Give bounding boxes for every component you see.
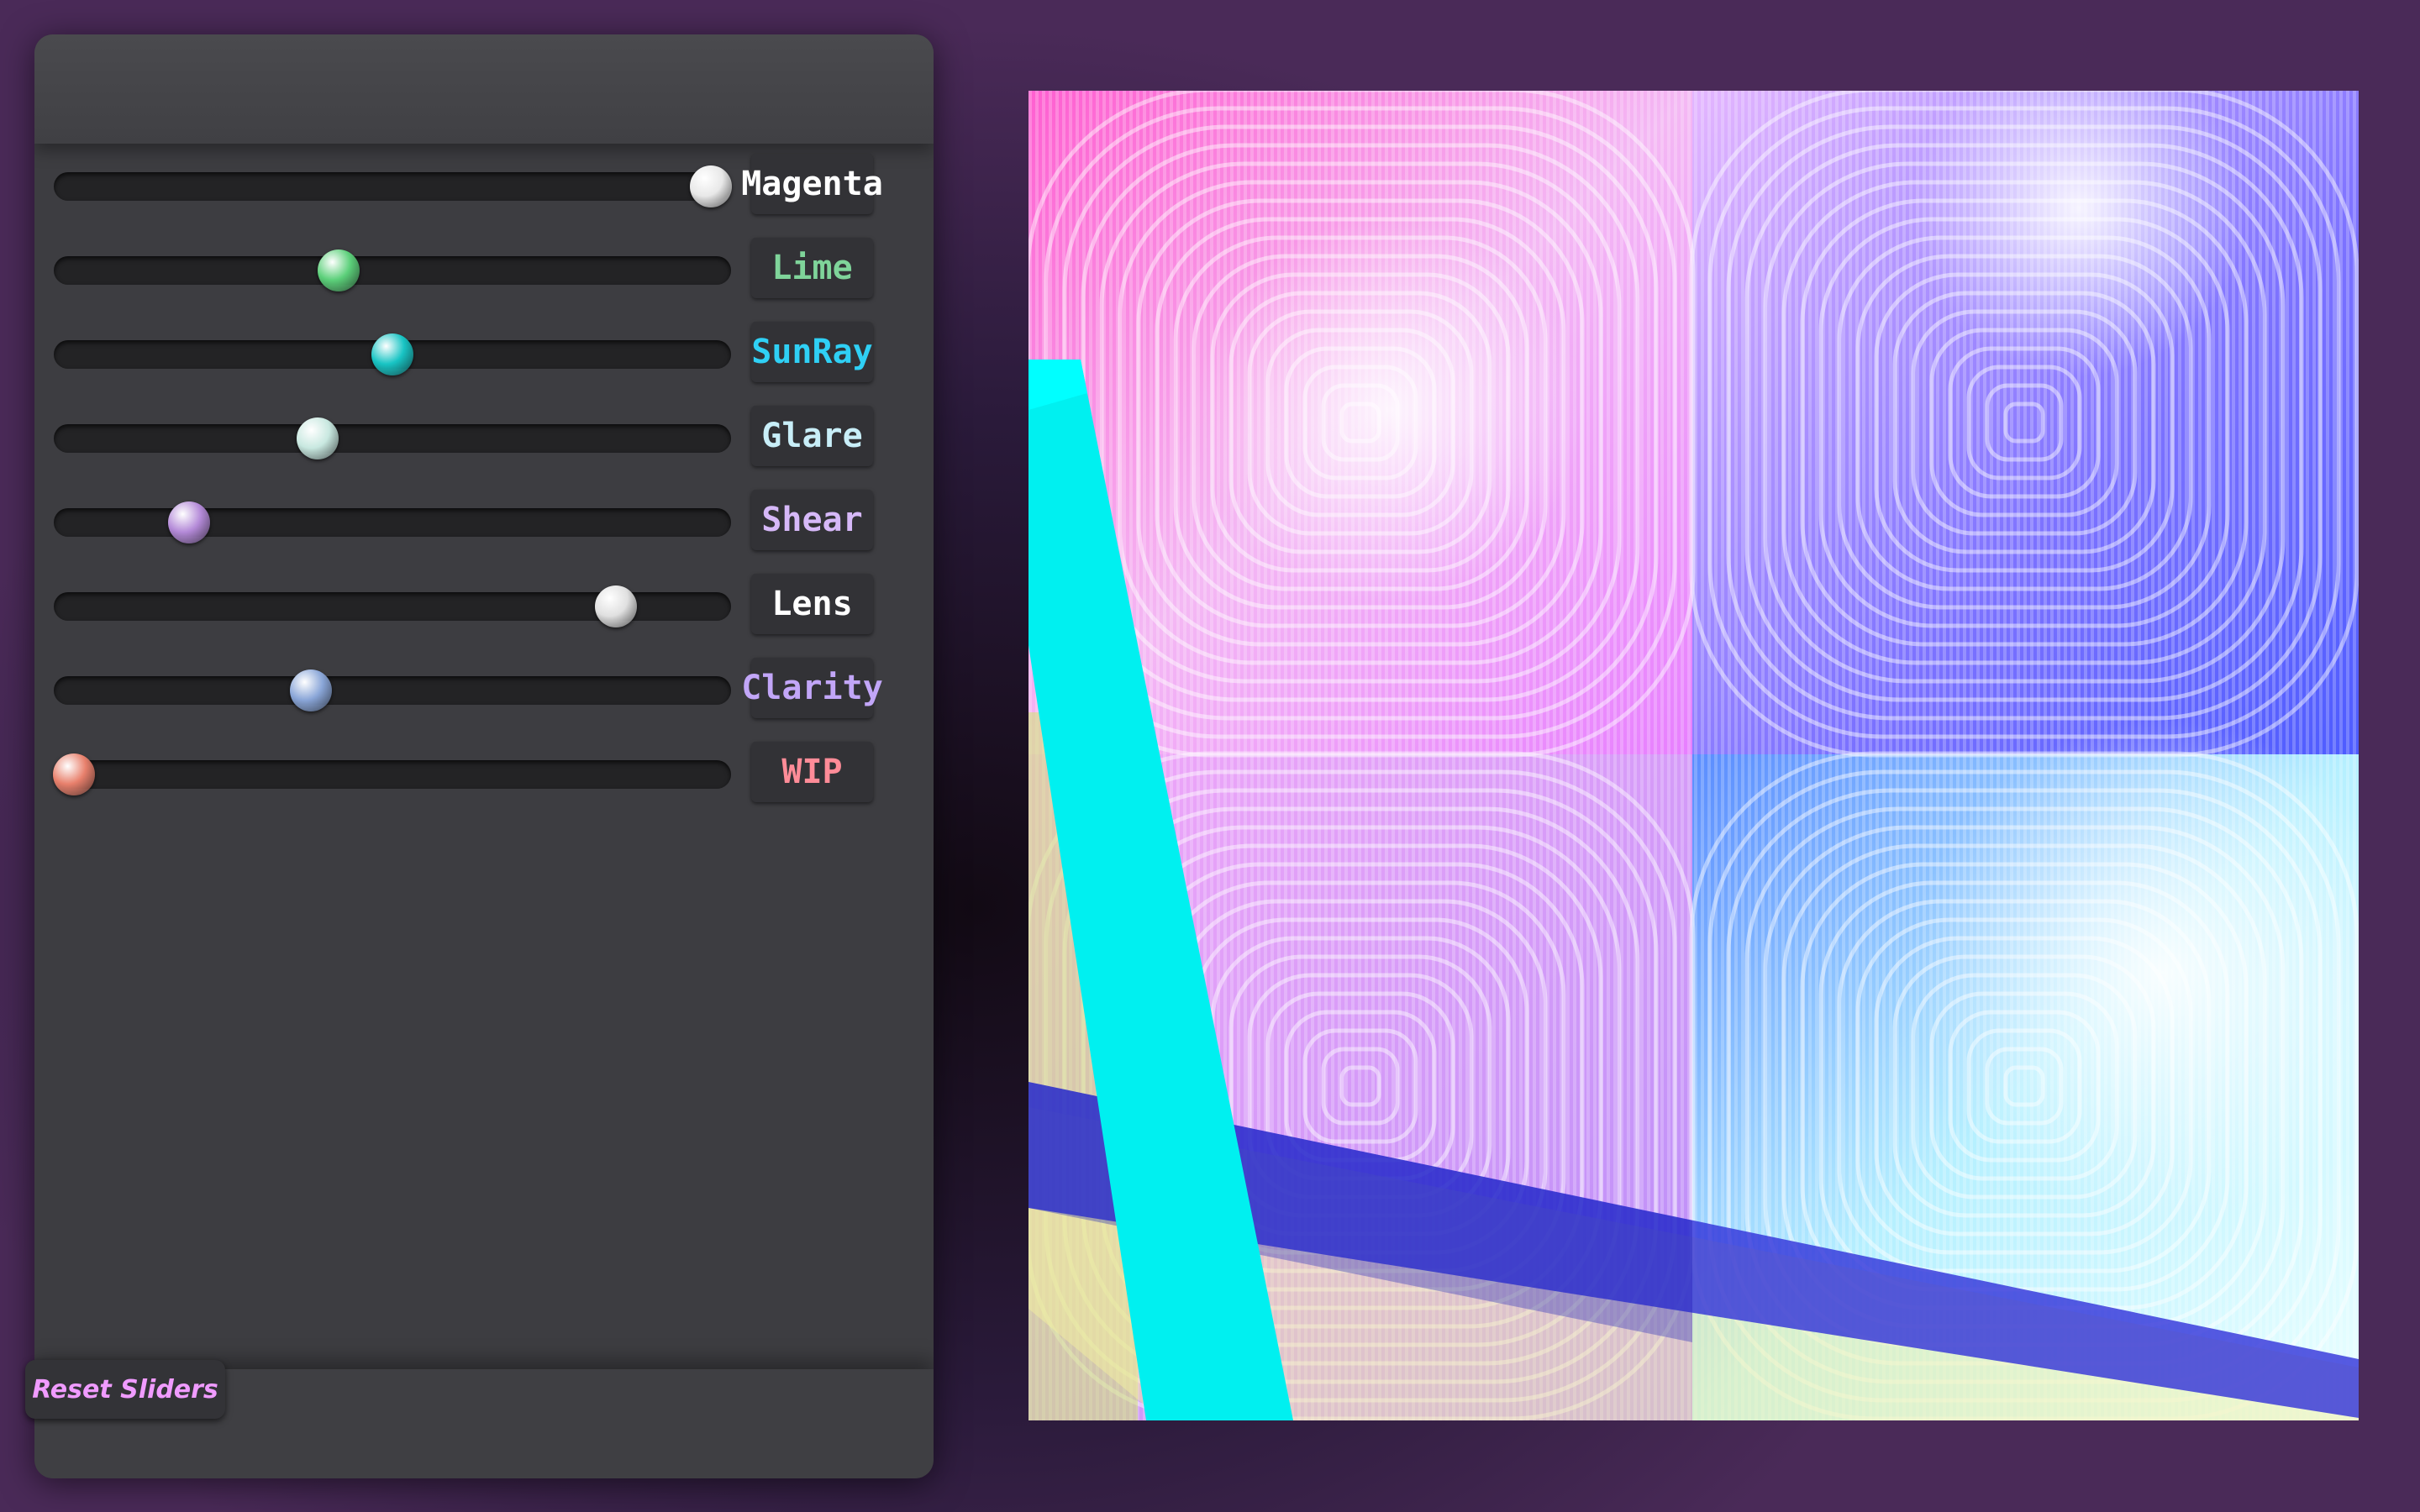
slider-thumb-shear[interactable] — [168, 501, 211, 543]
slider-row-glare: Glare — [34, 405, 934, 472]
slider-label-wip: WIP — [751, 742, 873, 802]
slider-row-lime: Lime — [34, 237, 934, 304]
panel-header — [34, 34, 934, 144]
slider-label-sunray: SunRay — [751, 322, 873, 382]
slider-row-sunray: SunRay — [34, 321, 934, 388]
slider-thumb-magenta[interactable] — [689, 165, 732, 207]
slider-row-magenta: Magenta — [34, 153, 934, 220]
slider-row-wip: WIP — [34, 741, 934, 808]
slider-thumb-sunray[interactable] — [371, 333, 413, 375]
slider-track-magenta[interactable] — [54, 172, 731, 201]
slider-track-shear[interactable] — [54, 508, 731, 537]
moire-artwork — [1028, 91, 2359, 1420]
slider-label-magenta: Magenta — [741, 154, 883, 214]
slider-track-wip[interactable] — [54, 760, 731, 789]
slider-label-lime: Lime — [751, 238, 873, 298]
slider-thumb-lens[interactable] — [594, 585, 637, 627]
slider-row-clarity: Clarity — [34, 657, 934, 724]
slider-track-glare[interactable] — [54, 424, 731, 453]
slider-track-lime[interactable] — [54, 256, 731, 285]
slider-label-glare: Glare — [751, 406, 873, 466]
controls-panel: Magenta Lime SunRay Glare Shear Lens Clarity WI… — [34, 34, 934, 1478]
slider-label-clarity: Clarity — [741, 658, 883, 718]
slider-thumb-clarity[interactable] — [290, 669, 333, 711]
slider-row-shear: Shear — [34, 489, 934, 556]
slider-label-lens: Lens — [751, 574, 873, 634]
slider-thumb-glare[interactable] — [297, 417, 339, 459]
reset-sliders-button[interactable]: Reset Sliders — [25, 1360, 225, 1419]
artwork-canvas[interactable] — [1028, 91, 2359, 1420]
slider-thumb-lime[interactable] — [317, 249, 360, 291]
slider-label-shear: Shear — [751, 490, 873, 550]
slider-thumb-wip[interactable] — [53, 753, 96, 795]
slider-track-clarity[interactable] — [54, 676, 731, 705]
slider-row-lens: Lens — [34, 573, 934, 640]
